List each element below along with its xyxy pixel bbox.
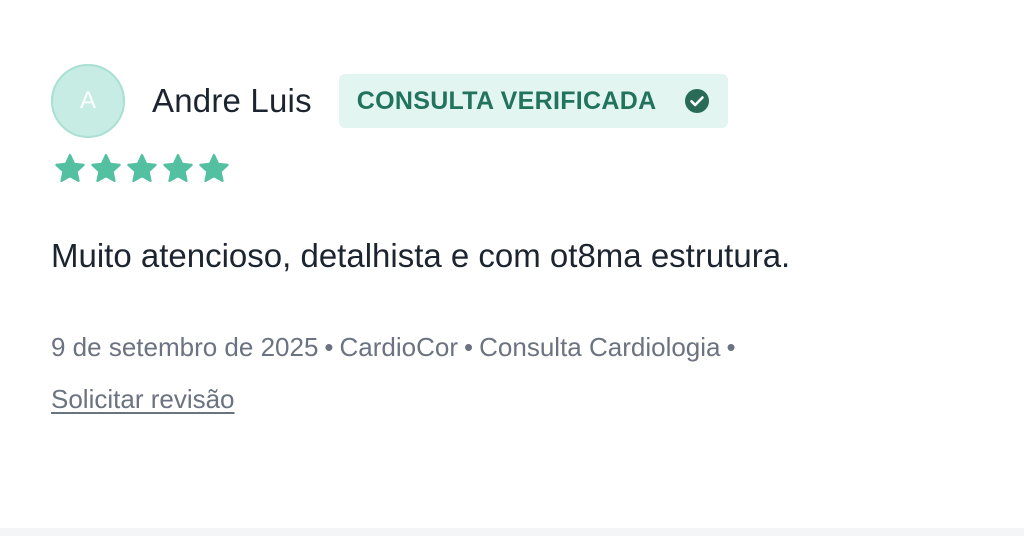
- meta-separator: •: [464, 332, 474, 362]
- verified-badge: CONSULTA VERIFICADA: [338, 74, 729, 128]
- author-name: Andre Luis: [152, 82, 312, 119]
- review-text: Muito atencioso, detalhista e com ot8ma …: [51, 237, 791, 274]
- review-card: A Andre Luis CONSULTA VERIFICADA Muito a…: [0, 0, 1024, 528]
- meta-separator: •: [324, 332, 334, 362]
- avatar: A: [51, 64, 125, 138]
- meta-separator: •: [726, 332, 736, 362]
- star-icon: [199, 153, 229, 183]
- clinic-name: CardioCor: [339, 332, 459, 362]
- review-meta: 9 de setembro de 2025 • CardioCor • Consulta…: [51, 332, 742, 363]
- verified-label: CONSULTA VERIFICADA: [356, 86, 657, 115]
- star-icon: [163, 153, 193, 183]
- card-divider: [0, 528, 1024, 536]
- check-circle-icon: [684, 88, 710, 114]
- review-header: A Andre Luis CONSULTA VERIFICADA: [51, 64, 729, 138]
- review-date: 9 de setembro de 2025: [51, 332, 319, 362]
- star-icon: [127, 153, 157, 183]
- star-icon: [91, 153, 121, 183]
- avatar-initial: A: [79, 87, 96, 114]
- star-rating: [53, 152, 231, 186]
- star-icon: [55, 153, 85, 183]
- service-name: Consulta Cardiologia: [479, 332, 721, 362]
- request-review-link[interactable]: Solicitar revisão: [51, 384, 235, 415]
